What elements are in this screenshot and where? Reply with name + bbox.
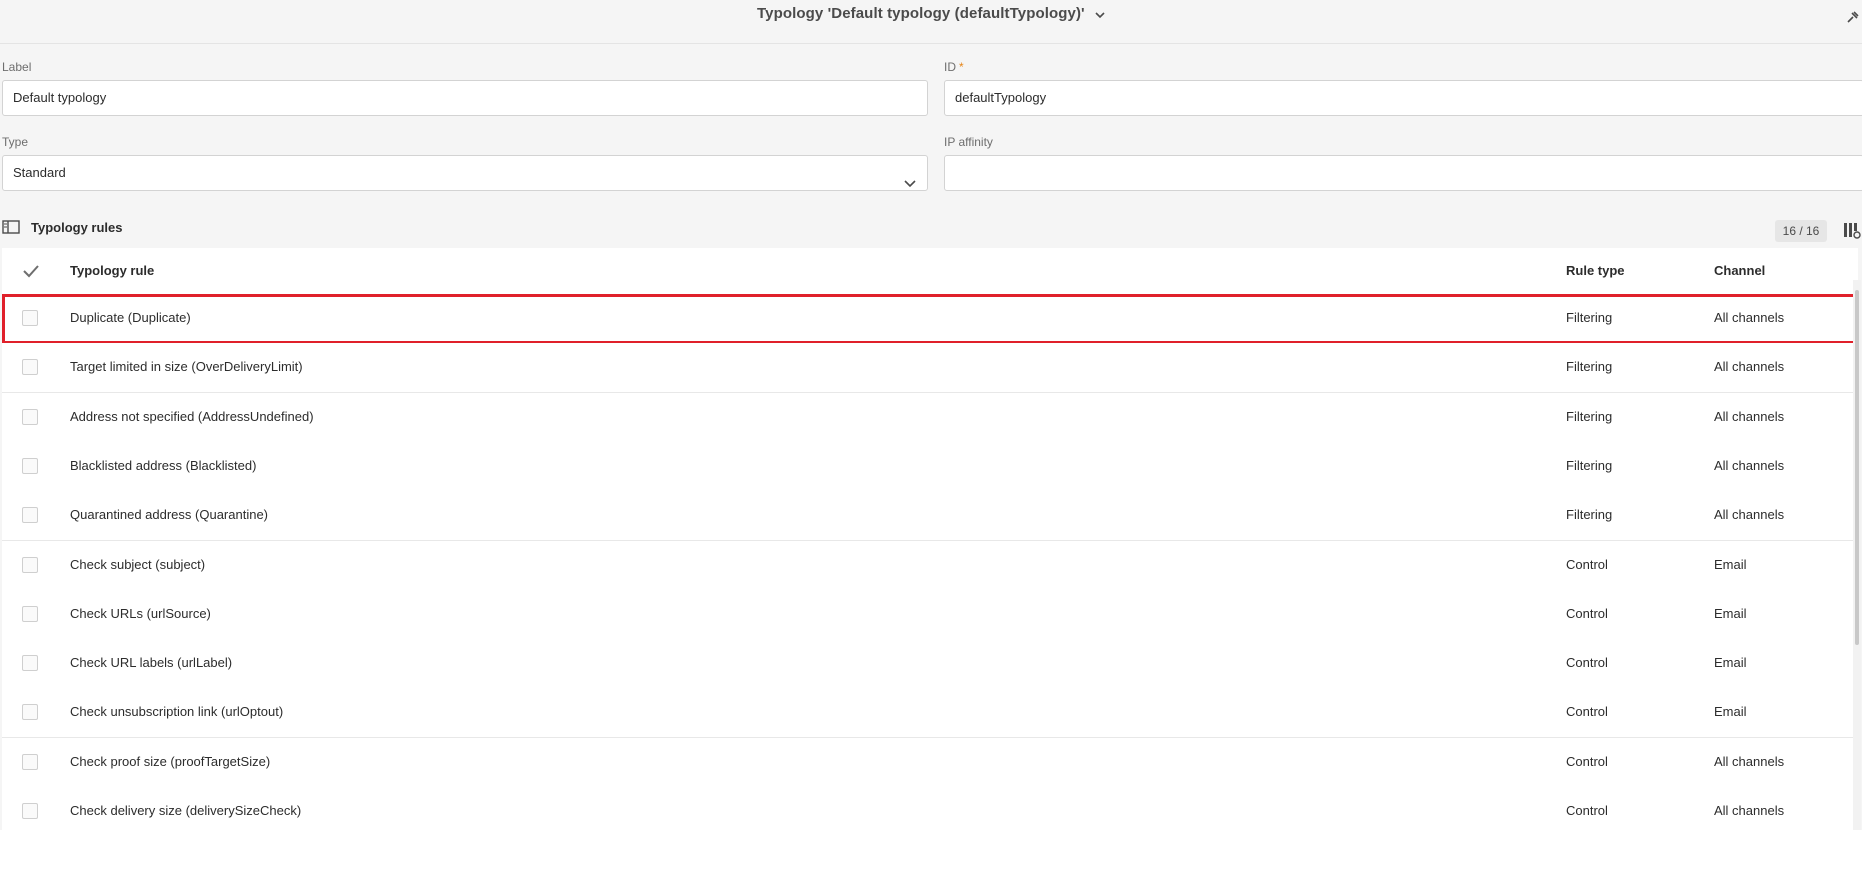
row-checkbox[interactable]: [22, 507, 38, 524]
typology-title-dropdown[interactable]: Typology 'Default typology (defaultTypol…: [0, 5, 1862, 23]
cell-rule-type: Control: [1566, 556, 1608, 572]
cell-rule-type: Control: [1566, 753, 1608, 769]
cell-rule-type: Filtering: [1566, 457, 1613, 473]
cell-channel: Email: [1714, 556, 1747, 572]
cell-channel: Email: [1714, 655, 1747, 671]
cell-rule-type: Filtering: [1566, 507, 1613, 523]
cell-typology-rule: Check unsubscription link (urlOptout): [70, 704, 284, 720]
cell-typology-rule: Blacklisted address (Blacklisted): [70, 457, 257, 473]
id-caption-text: ID: [944, 60, 956, 74]
type-select-value: Standard: [13, 165, 66, 180]
cell-rule-type: Filtering: [1566, 310, 1613, 325]
row-checkbox[interactable]: [22, 408, 38, 425]
columns-icon[interactable]: [1843, 221, 1861, 239]
cell-typology-rule: Target limited in size (OverDeliveryLimi…: [70, 359, 303, 375]
app-window: Typology 'Default typology (defaultTypol…: [0, 0, 1862, 830]
cell-rule-type: Filtering: [1566, 359, 1613, 375]
row-checkbox[interactable]: [22, 704, 38, 721]
chevron-down-icon: [903, 168, 917, 188]
ip-affinity-caption: IP affinity: [944, 135, 993, 149]
cell-channel: Email: [1714, 704, 1747, 720]
row-checkbox[interactable]: [22, 655, 38, 672]
table-row[interactable]: Check delivery size (deliverySizeCheck) C…: [2, 787, 1858, 830]
typology-rules-header: Typology rules 16 / 16: [0, 216, 1862, 246]
row-checkbox[interactable]: [22, 803, 38, 819]
cell-rule-type: Filtering: [1566, 408, 1613, 424]
table-row[interactable]: Check subject (subject) Control Email: [2, 540, 1858, 591]
cell-channel: All channels: [1714, 359, 1785, 375]
row-checkbox[interactable]: [22, 605, 38, 622]
cell-typology-rule: Quarantined address (Quarantine): [70, 507, 269, 523]
type-caption: Type: [2, 135, 29, 149]
cell-channel: All channels: [1714, 753, 1785, 769]
cell-typology-rule: Check URL labels (urlLabel): [70, 655, 233, 671]
scrollbar-thumb[interactable]: [1855, 290, 1859, 645]
label-input[interactable]: Default typology: [2, 80, 928, 116]
cell-rule-type: Control: [1566, 655, 1608, 671]
cell-typology-rule: Duplicate (Duplicate): [70, 310, 191, 325]
table-row[interactable]: Check unsubscription link (urlOptout) Con…: [2, 688, 1858, 739]
cell-channel: All channels: [1714, 408, 1785, 424]
cell-rule-type: Control: [1566, 704, 1608, 720]
row-checkbox[interactable]: [22, 753, 38, 770]
cell-channel: All channels: [1714, 457, 1785, 473]
id-input[interactable]: defaultTypology: [944, 80, 1862, 116]
record-count-badge: 16 / 16: [1775, 220, 1827, 242]
section-title: Typology rules: [31, 220, 123, 235]
cell-typology-rule: Address not specified (AddressUndefined): [70, 408, 314, 424]
cell-rule-type: Control: [1566, 803, 1608, 818]
table-row[interactable]: Target limited in size (OverDeliveryLimi…: [2, 343, 1858, 394]
cell-channel: Email: [1714, 605, 1747, 621]
table-header: Typology rule Rule type Channel: [2, 248, 1858, 295]
row-checkbox[interactable]: [22, 457, 38, 474]
table-row[interactable]: Quarantined address (Quarantine) Filterin…: [2, 491, 1858, 542]
table-row[interactable]: Blacklisted address (Blacklisted) Filteri…: [2, 441, 1858, 492]
page-title: Typology 'Default typology (defaultTypol…: [756, 5, 1085, 22]
column-header-channel[interactable]: Channel: [1714, 263, 1765, 278]
ip-affinity-input[interactable]: [944, 155, 1862, 191]
row-checkbox[interactable]: [22, 310, 38, 326]
cell-typology-rule: Check URLs (urlSource): [70, 605, 211, 621]
table-row[interactable]: Check URL labels (urlLabel) Control Email: [2, 639, 1858, 690]
row-checkbox[interactable]: [22, 556, 38, 573]
table-row[interactable]: Duplicate (Duplicate) Filtering All channe…: [2, 294, 1858, 344]
type-select[interactable]: Standard: [2, 155, 928, 191]
cell-channel: All channels: [1714, 803, 1785, 818]
pin-icon[interactable]: [1846, 10, 1860, 24]
id-caption: ID *: [944, 60, 964, 74]
cell-channel: All channels: [1714, 507, 1785, 523]
checkmark-icon[interactable]: [22, 264, 40, 278]
column-header-typology-rule[interactable]: Typology rule: [70, 263, 154, 278]
label-caption: Label: [2, 60, 32, 74]
cell-typology-rule: Check proof size (proofTargetSize): [70, 753, 271, 769]
chevron-down-icon: [1095, 6, 1105, 23]
cell-channel: All channels: [1714, 310, 1785, 325]
column-header-rule-type[interactable]: Rule type: [1566, 263, 1625, 278]
table-row[interactable]: Check proof size (proofTargetSize) Contro…: [2, 737, 1858, 788]
cell-rule-type: Control: [1566, 605, 1608, 621]
table-row[interactable]: Address not specified (AddressUndefined)…: [2, 392, 1858, 443]
row-checkbox[interactable]: [22, 359, 38, 376]
panel-icon[interactable]: [2, 220, 20, 234]
typology-rules-table: Typology rule Rule type Channel Duplicat…: [2, 248, 1858, 830]
header-bar: Typology 'Default typology (defaultTypol…: [0, 0, 1862, 44]
cell-typology-rule: Check delivery size (deliverySizeCheck): [70, 803, 302, 818]
required-marker: *: [959, 60, 964, 74]
cell-typology-rule: Check subject (subject): [70, 556, 206, 572]
table-row[interactable]: Check URLs (urlSource) Control Email: [2, 589, 1858, 640]
